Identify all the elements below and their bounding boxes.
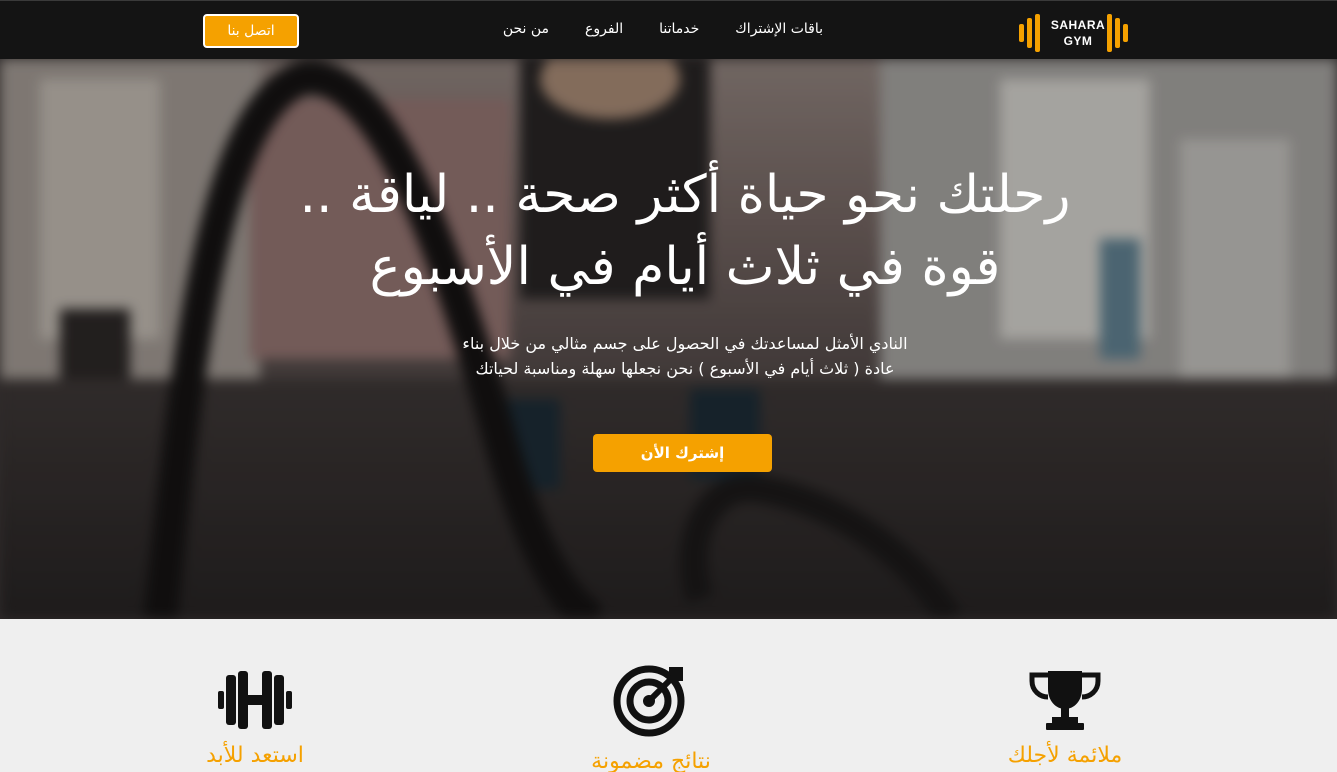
logo[interactable]: SAHARA GYM [1019, 13, 1139, 53]
nav-link-branches[interactable]: الفروع [585, 21, 623, 37]
contact-button[interactable]: اتصل بنا [203, 14, 299, 48]
subscribe-now-button[interactable]: إشترك الأن [593, 434, 772, 472]
hero-title-line-1: رحلتك نحو حياة أكثر صحة .. لياقة .. [299, 165, 1071, 225]
logo-dumbbell-left-icon [1019, 13, 1040, 53]
nav-link-plans[interactable]: باقات الإشتراك [735, 21, 823, 37]
nav-link-services[interactable]: خدماتنا [659, 21, 699, 37]
feature-trophy: ملائمة لأجلك [945, 669, 1185, 768]
nav-link-about[interactable]: من نحن [503, 21, 549, 37]
trophy-icon [1029, 671, 1101, 730]
hero-subtitle-line-1: النادي الأمثل لمساعدتك في الحصول على جسم… [462, 334, 908, 353]
navbar: SAHARA GYM باقات الإشتراك خدماتنا الفروع… [0, 0, 1337, 59]
hero-title-line-2: قوة في ثلاث أيام في الأسبوع [369, 237, 1001, 297]
main-nav: باقات الإشتراك خدماتنا الفروع من نحن [503, 21, 823, 37]
hero-title: رحلتك نحو حياة أكثر صحة .. لياقة .. قوة … [250, 159, 1120, 303]
feature-title-dumbbell: استعد للأبد [206, 743, 304, 768]
logo-line-1: SAHARA [1050, 18, 1106, 32]
hero-subtitle-line-2: عادة ( ثلاث أيام في الأسبوع ) نحن نجعلها… [475, 359, 895, 378]
logo-dumbbell-right-icon [1107, 13, 1128, 53]
features-section: ملائمة لأجلك نتائج مضمونة استعد للأبد [0, 619, 1337, 772]
hero-section: رحلتك نحو حياة أكثر صحة .. لياقة .. قوة … [0, 59, 1337, 619]
dumbbell-icon [218, 671, 292, 729]
logo-line-2: GYM [1063, 34, 1093, 48]
feature-dumbbell: استعد للأبد [135, 669, 375, 768]
logo-text: SAHARA GYM [1049, 17, 1107, 49]
feature-title-trophy: ملائمة لأجلك [1007, 743, 1123, 768]
feature-title-target: نتائج مضمونة [591, 749, 711, 772]
feature-target: نتائج مضمونة [531, 665, 771, 772]
hero-subtitle: النادي الأمثل لمساعدتك في الحصول على جسم… [400, 331, 970, 381]
target-icon [613, 665, 685, 737]
